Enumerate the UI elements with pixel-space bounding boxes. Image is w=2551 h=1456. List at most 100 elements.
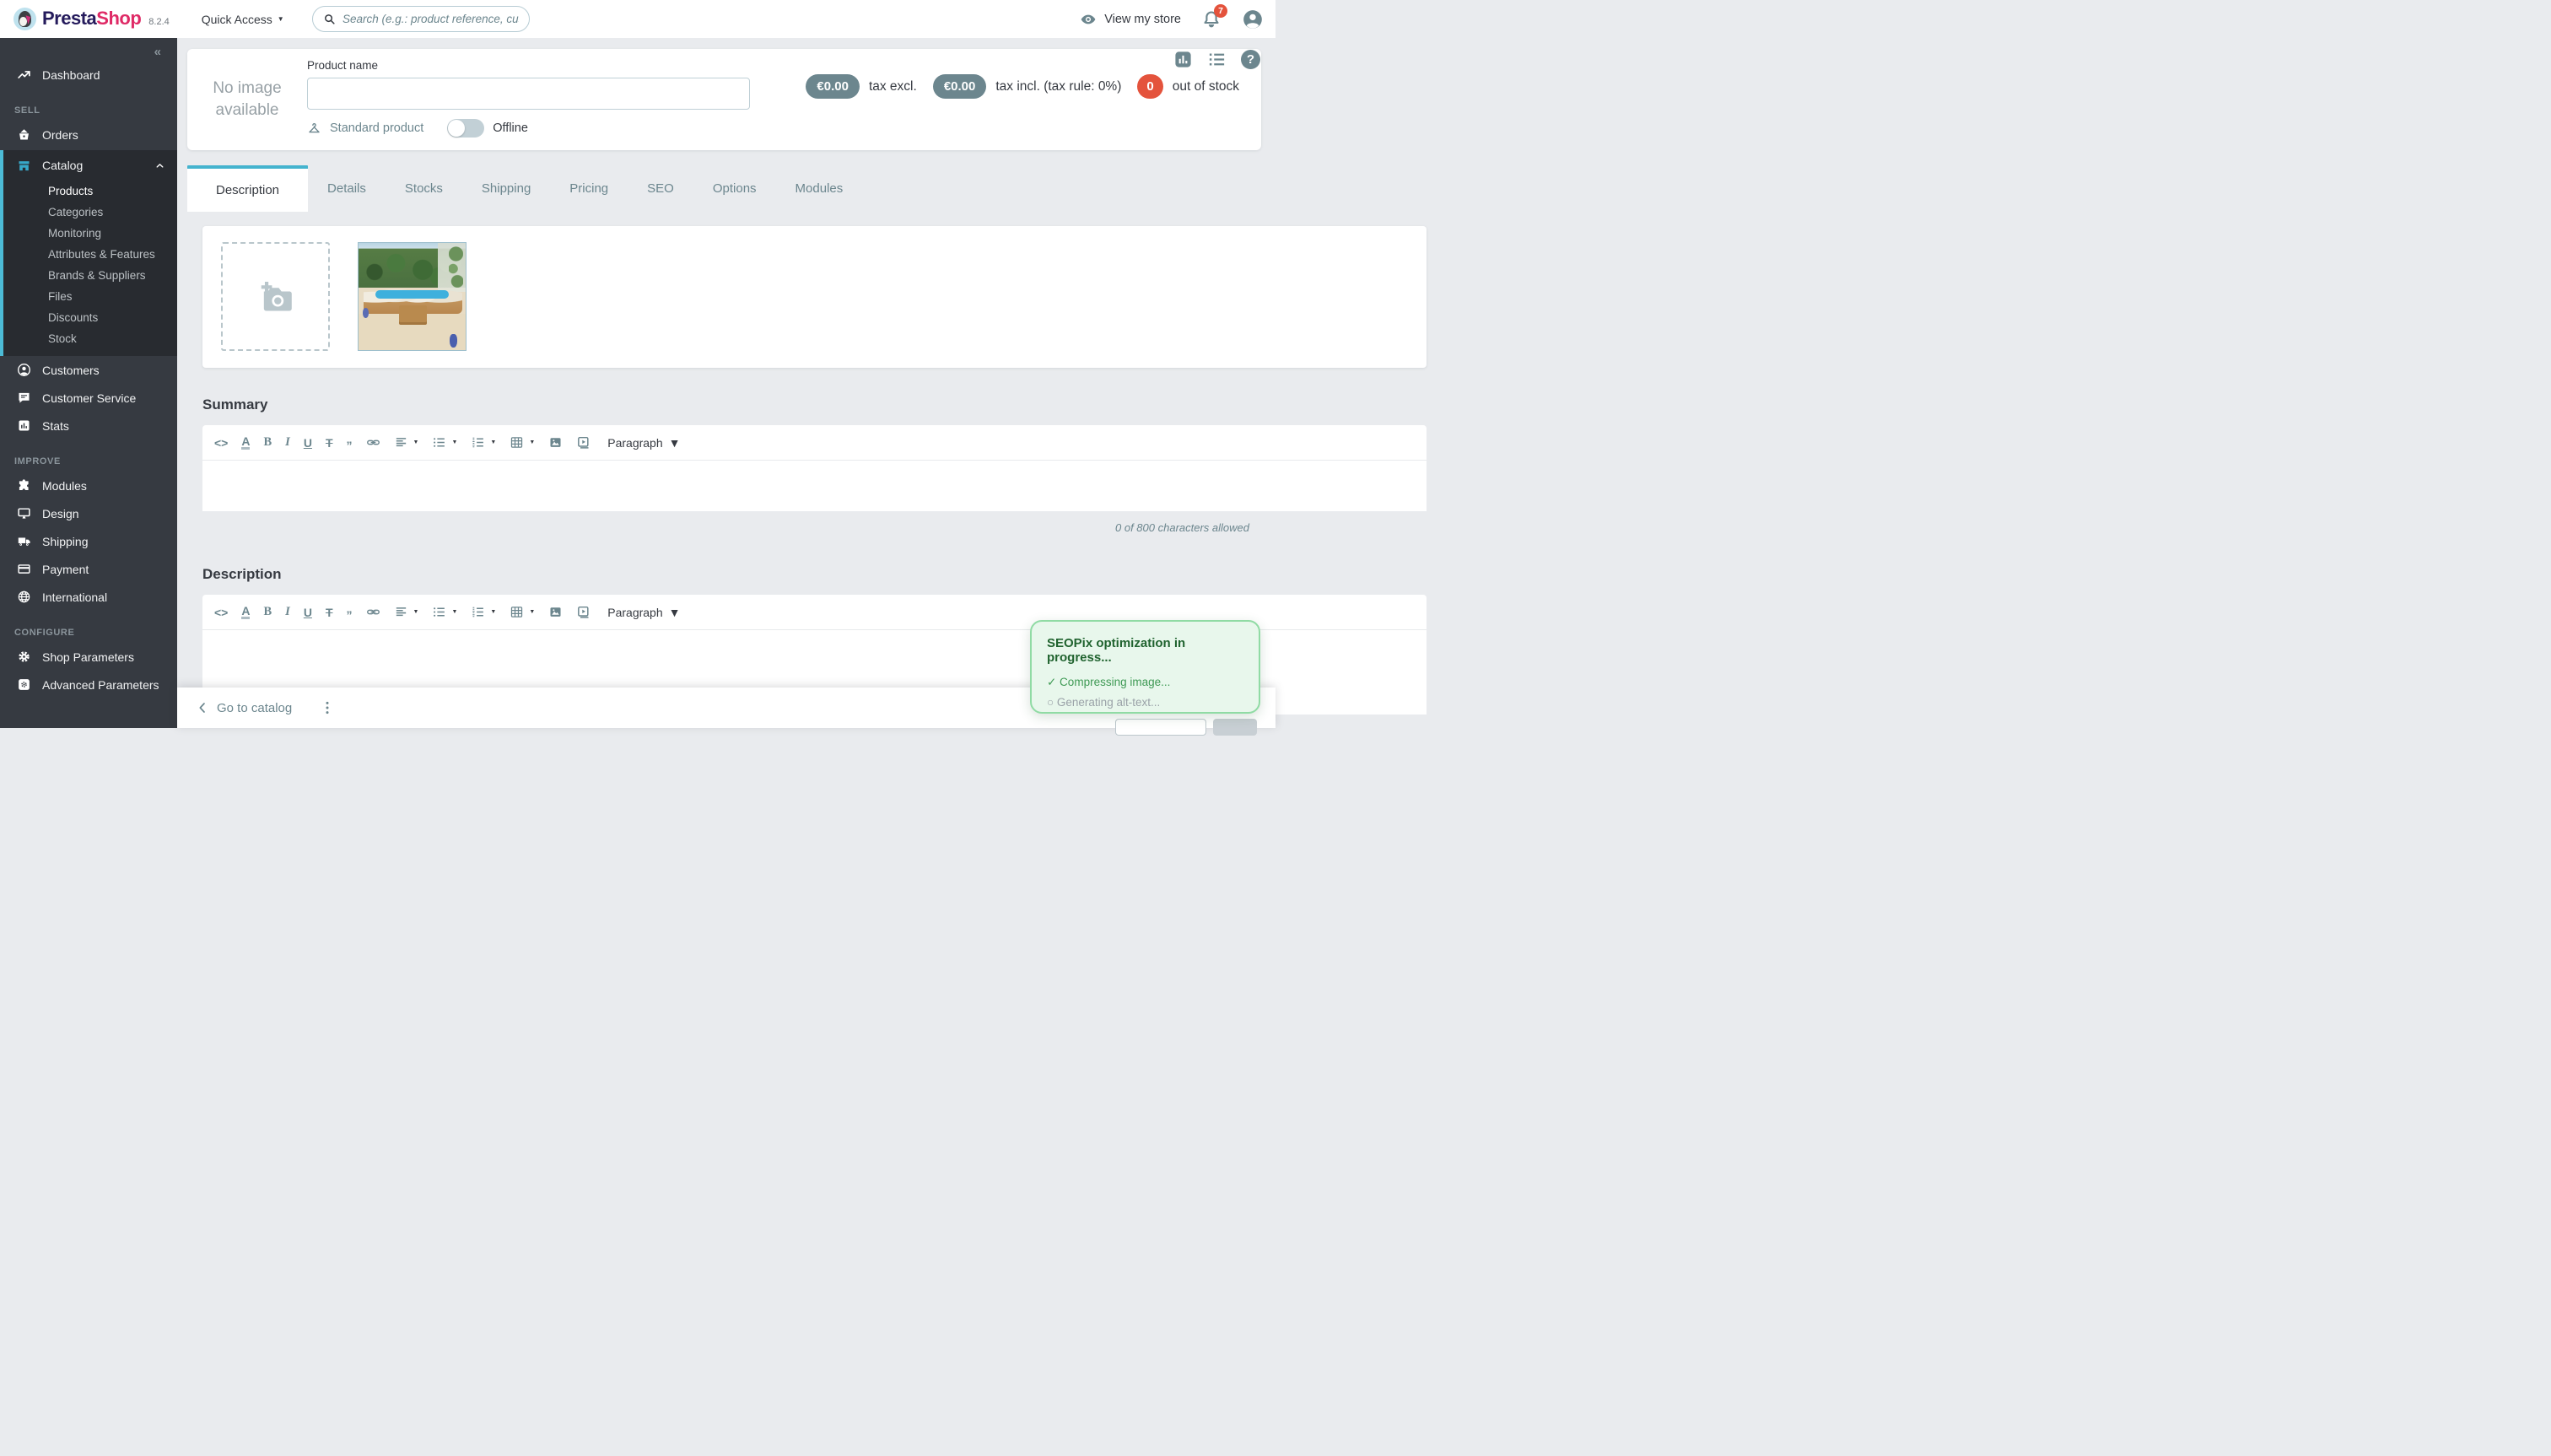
bold-icon[interactable]: B xyxy=(263,435,272,450)
image-icon[interactable] xyxy=(548,605,563,619)
stats-icon xyxy=(17,418,31,433)
tab-stocks[interactable]: Stocks xyxy=(386,165,462,212)
underline-icon[interactable]: U xyxy=(304,436,312,450)
person-icon xyxy=(17,363,31,377)
sidebar-collapse-button[interactable]: « xyxy=(0,38,177,61)
user-avatar[interactable] xyxy=(1242,8,1264,30)
ordered-list-icon[interactable]: ▼ xyxy=(471,605,496,619)
sidebar-subitem-brands-suppliers[interactable]: Brands & Suppliers xyxy=(3,265,177,286)
sidebar-item-catalog[interactable]: Catalog xyxy=(3,150,177,181)
chat-icon xyxy=(17,391,31,405)
underline-icon[interactable]: U xyxy=(304,606,312,619)
italic-icon[interactable]: I xyxy=(285,605,290,619)
tab-shipping[interactable]: Shipping xyxy=(462,165,550,212)
sidebar-item-international[interactable]: International xyxy=(0,583,177,611)
more-actions-menu[interactable] xyxy=(319,699,336,716)
sidebar-subitem-categories[interactable]: Categories xyxy=(3,202,177,223)
sidebar-item-modules[interactable]: Modules xyxy=(0,472,177,499)
notifications-button[interactable]: 7 xyxy=(1201,9,1222,30)
tab-seo[interactable]: SEO xyxy=(628,165,693,212)
list-view-icon[interactable] xyxy=(1207,50,1227,69)
product-image-thumbnail[interactable] xyxy=(358,242,467,351)
blockquote-icon[interactable]: ” xyxy=(347,607,353,618)
sidebar-item-orders[interactable]: Orders xyxy=(0,121,177,148)
bold-icon[interactable]: B xyxy=(263,605,272,619)
status-label: Offline xyxy=(493,121,528,135)
product-type-label[interactable]: Standard product xyxy=(330,121,423,135)
source-code-icon[interactable]: <> xyxy=(214,436,228,450)
sidebar-item-dashboard[interactable]: Dashboard xyxy=(0,61,177,89)
badge-label: tax incl. (tax rule: 0%) xyxy=(995,79,1121,94)
table-icon[interactable]: ▼ xyxy=(510,605,535,619)
strikethrough-icon[interactable]: T xyxy=(326,436,333,450)
tab-modules[interactable]: Modules xyxy=(776,165,863,212)
sidebar-subitem-stock[interactable]: Stock xyxy=(3,328,177,349)
caret-down-icon: ▼ xyxy=(529,439,535,445)
blockquote-icon[interactable]: ” xyxy=(347,437,353,449)
tab-description[interactable]: Description xyxy=(187,165,308,212)
help-icon[interactable]: ? xyxy=(1241,50,1260,69)
table-icon[interactable]: ▼ xyxy=(510,435,535,450)
text-color-icon[interactable]: A xyxy=(241,605,250,619)
unordered-list-icon[interactable]: ▼ xyxy=(432,435,457,450)
ordered-list-icon[interactable]: ▼ xyxy=(471,435,496,450)
text-color-icon[interactable]: A xyxy=(241,435,250,450)
prestashop-mascot-icon xyxy=(13,8,36,30)
store-icon xyxy=(17,159,31,173)
price-stock-badges: €0.00tax excl.€0.00tax incl. (tax rule: … xyxy=(806,74,1246,99)
image-icon[interactable] xyxy=(548,435,563,450)
summary-title: Summary xyxy=(202,396,267,413)
summary-editor-content[interactable] xyxy=(202,461,1427,511)
view-my-store-link[interactable]: View my store xyxy=(1080,11,1181,28)
tab-pricing[interactable]: Pricing xyxy=(550,165,628,212)
sidebar-item-design[interactable]: Design xyxy=(0,499,177,527)
footer-secondary-button[interactable] xyxy=(1115,719,1206,736)
sidebar-subitem-products[interactable]: Products xyxy=(3,181,177,202)
sidebar-item-payment[interactable]: Payment xyxy=(0,555,177,583)
sidebar-subitem-attributes-features[interactable]: Attributes & Features xyxy=(3,244,177,265)
strikethrough-icon[interactable]: T xyxy=(326,606,333,619)
prestashop-logo[interactable]: PrestaShop 8.2.4 xyxy=(13,8,170,30)
sidebar-item-stats[interactable]: Stats xyxy=(0,412,177,439)
toast-step-done: ✓ Compressing image... xyxy=(1047,676,1243,689)
go-to-catalog-link[interactable]: Go to catalog xyxy=(196,701,292,715)
paragraph-style-dropdown[interactable]: Paragraph▼ xyxy=(607,436,680,450)
unordered-list-icon[interactable]: ▼ xyxy=(432,605,457,619)
sidebar-item-customer-service[interactable]: Customer Service xyxy=(0,384,177,412)
add-image-dropzone[interactable] xyxy=(221,242,330,351)
stats-panel-icon[interactable] xyxy=(1173,50,1193,69)
sidebar-subitem-files[interactable]: Files xyxy=(3,286,177,307)
media-icon[interactable] xyxy=(576,435,591,450)
sidebar-item-customers[interactable]: Customers xyxy=(0,356,177,384)
link-icon[interactable] xyxy=(366,435,380,450)
caret-down-icon: ▼ xyxy=(451,609,457,615)
toast-steps: ✓ Compressing image...○ Generating alt-t… xyxy=(1047,676,1243,709)
italic-icon[interactable]: I xyxy=(285,435,290,450)
stock-badge: 0 xyxy=(1137,74,1162,99)
product-name-input[interactable] xyxy=(307,78,750,110)
tab-details[interactable]: Details xyxy=(308,165,386,212)
caret-down-icon: ▼ xyxy=(490,439,496,445)
puzzle-icon xyxy=(17,478,31,493)
sidebar-item-shop-parameters[interactable]: Shop Parameters xyxy=(0,643,177,671)
footer-primary-button[interactable] xyxy=(1213,719,1257,736)
sidebar-subitem-discounts[interactable]: Discounts xyxy=(3,307,177,328)
paragraph-style-dropdown[interactable]: Paragraph▼ xyxy=(607,606,680,619)
search-input[interactable] xyxy=(342,13,519,25)
link-icon[interactable] xyxy=(366,605,380,619)
description-title: Description xyxy=(202,566,282,583)
align-icon[interactable]: ▼ xyxy=(394,435,419,450)
global-search[interactable] xyxy=(312,6,530,32)
price-badge: €0.00 xyxy=(933,74,987,99)
media-icon[interactable] xyxy=(576,605,591,619)
sidebar-item-advanced-parameters[interactable]: Advanced Parameters xyxy=(0,671,177,698)
caret-down-icon: ▼ xyxy=(413,609,419,615)
quick-access-dropdown[interactable]: Quick Access ▼ xyxy=(202,13,284,26)
online-status-toggle[interactable] xyxy=(447,119,484,138)
align-icon[interactable]: ▼ xyxy=(394,605,419,619)
caret-down-icon: ▼ xyxy=(669,436,681,450)
sidebar-item-shipping[interactable]: Shipping xyxy=(0,527,177,555)
source-code-icon[interactable]: <> xyxy=(214,606,228,619)
tab-options[interactable]: Options xyxy=(693,165,776,212)
sidebar-subitem-monitoring[interactable]: Monitoring xyxy=(3,223,177,244)
